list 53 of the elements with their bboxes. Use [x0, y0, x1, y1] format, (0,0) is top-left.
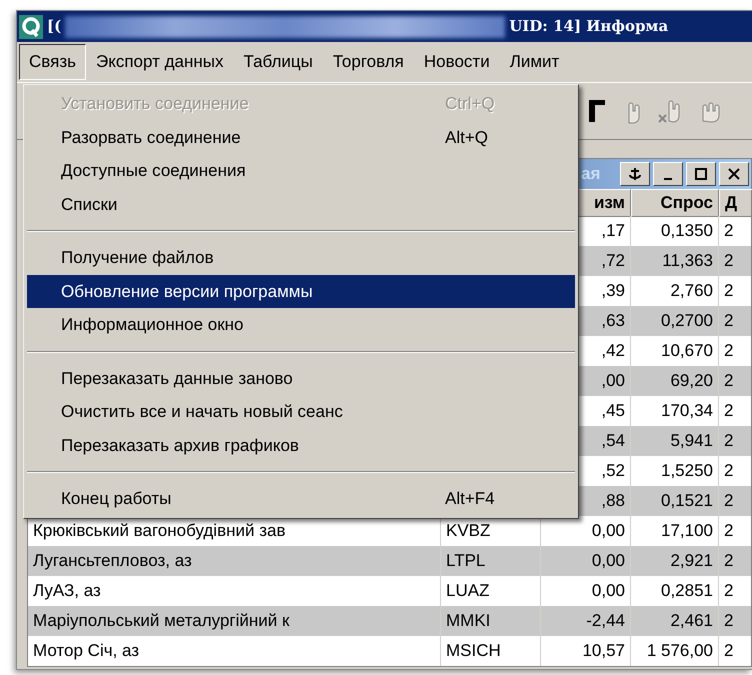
minimize-icon	[664, 178, 672, 180]
table-cell: LTPL	[441, 546, 541, 576]
table-cell: -2,44	[541, 606, 631, 636]
table-cell: 2	[719, 546, 752, 576]
column-header[interactable]: Спрос	[631, 189, 719, 216]
table-cell: 2	[719, 366, 752, 396]
table-cell: MSICH	[441, 636, 541, 666]
menu-item[interactable]: Доступные соединения	[27, 154, 575, 188]
window-title: ая	[581, 163, 600, 186]
table-cell: 69,20	[631, 366, 719, 396]
table-cell: 0,00	[541, 546, 631, 576]
table-cell: 2,461	[631, 606, 719, 636]
table-cell: 5,941	[631, 426, 719, 456]
close-icon	[726, 166, 742, 182]
table-cell: 2	[719, 246, 752, 276]
menu-bar-item[interactable]: Новости	[414, 44, 500, 80]
shortcut-label: Ctrl+Q	[445, 93, 496, 115]
menu-bar-item[interactable]: Таблицы	[233, 44, 323, 80]
maximize-button[interactable]	[686, 162, 716, 186]
close-button[interactable]	[719, 162, 749, 186]
anchor-icon	[627, 166, 643, 182]
minimize-button[interactable]	[653, 162, 683, 186]
table-cell: 2,921	[631, 546, 719, 576]
table-cell: 2	[719, 606, 752, 636]
table-cell: 10,57	[541, 636, 631, 666]
menu-item: Установить соединение Ctrl+Q	[27, 87, 575, 120]
anchor-button[interactable]	[620, 162, 650, 186]
table-cell: 2	[719, 306, 752, 336]
table-cell: 2	[719, 426, 752, 456]
window-title: UID: 14] Информа	[509, 16, 668, 38]
table-cell: MMKI	[441, 606, 541, 636]
window-title: [(	[47, 16, 62, 38]
table-cell: 1 576,00	[631, 636, 719, 666]
table-cell: Лугансьтепловоз, аз	[28, 546, 441, 576]
menu-bar-item[interactable]: Связь	[19, 44, 86, 80]
menu-bar-item[interactable]: Лимит	[500, 44, 570, 80]
table-cell: Маріупольський металургійний к	[28, 606, 441, 636]
table-cell: 0,2700	[631, 306, 719, 336]
bracket-icon[interactable]	[587, 98, 607, 124]
app-logo-icon	[19, 14, 43, 38]
menu-bar-item[interactable]: Экспорт данных	[86, 44, 234, 80]
table-cell: 2	[719, 636, 752, 666]
table-cell: 0,1521	[631, 486, 719, 516]
table-cell: 11,363	[631, 246, 719, 276]
shortcut-label: Alt+Q	[445, 126, 489, 148]
maximize-icon	[693, 166, 709, 182]
menu-item[interactable]: Разорвать соединение Alt+Q	[27, 120, 575, 154]
column-header[interactable]: Д	[719, 189, 752, 216]
shortcut-label: Alt+F4	[445, 488, 496, 510]
menu-item[interactable]: Обновление версии программы	[27, 274, 575, 308]
menu-bar-item[interactable]: Торговля	[322, 44, 414, 80]
table-cell: Мотор Січ, аз	[28, 636, 441, 666]
table-cell: 2	[719, 486, 752, 516]
